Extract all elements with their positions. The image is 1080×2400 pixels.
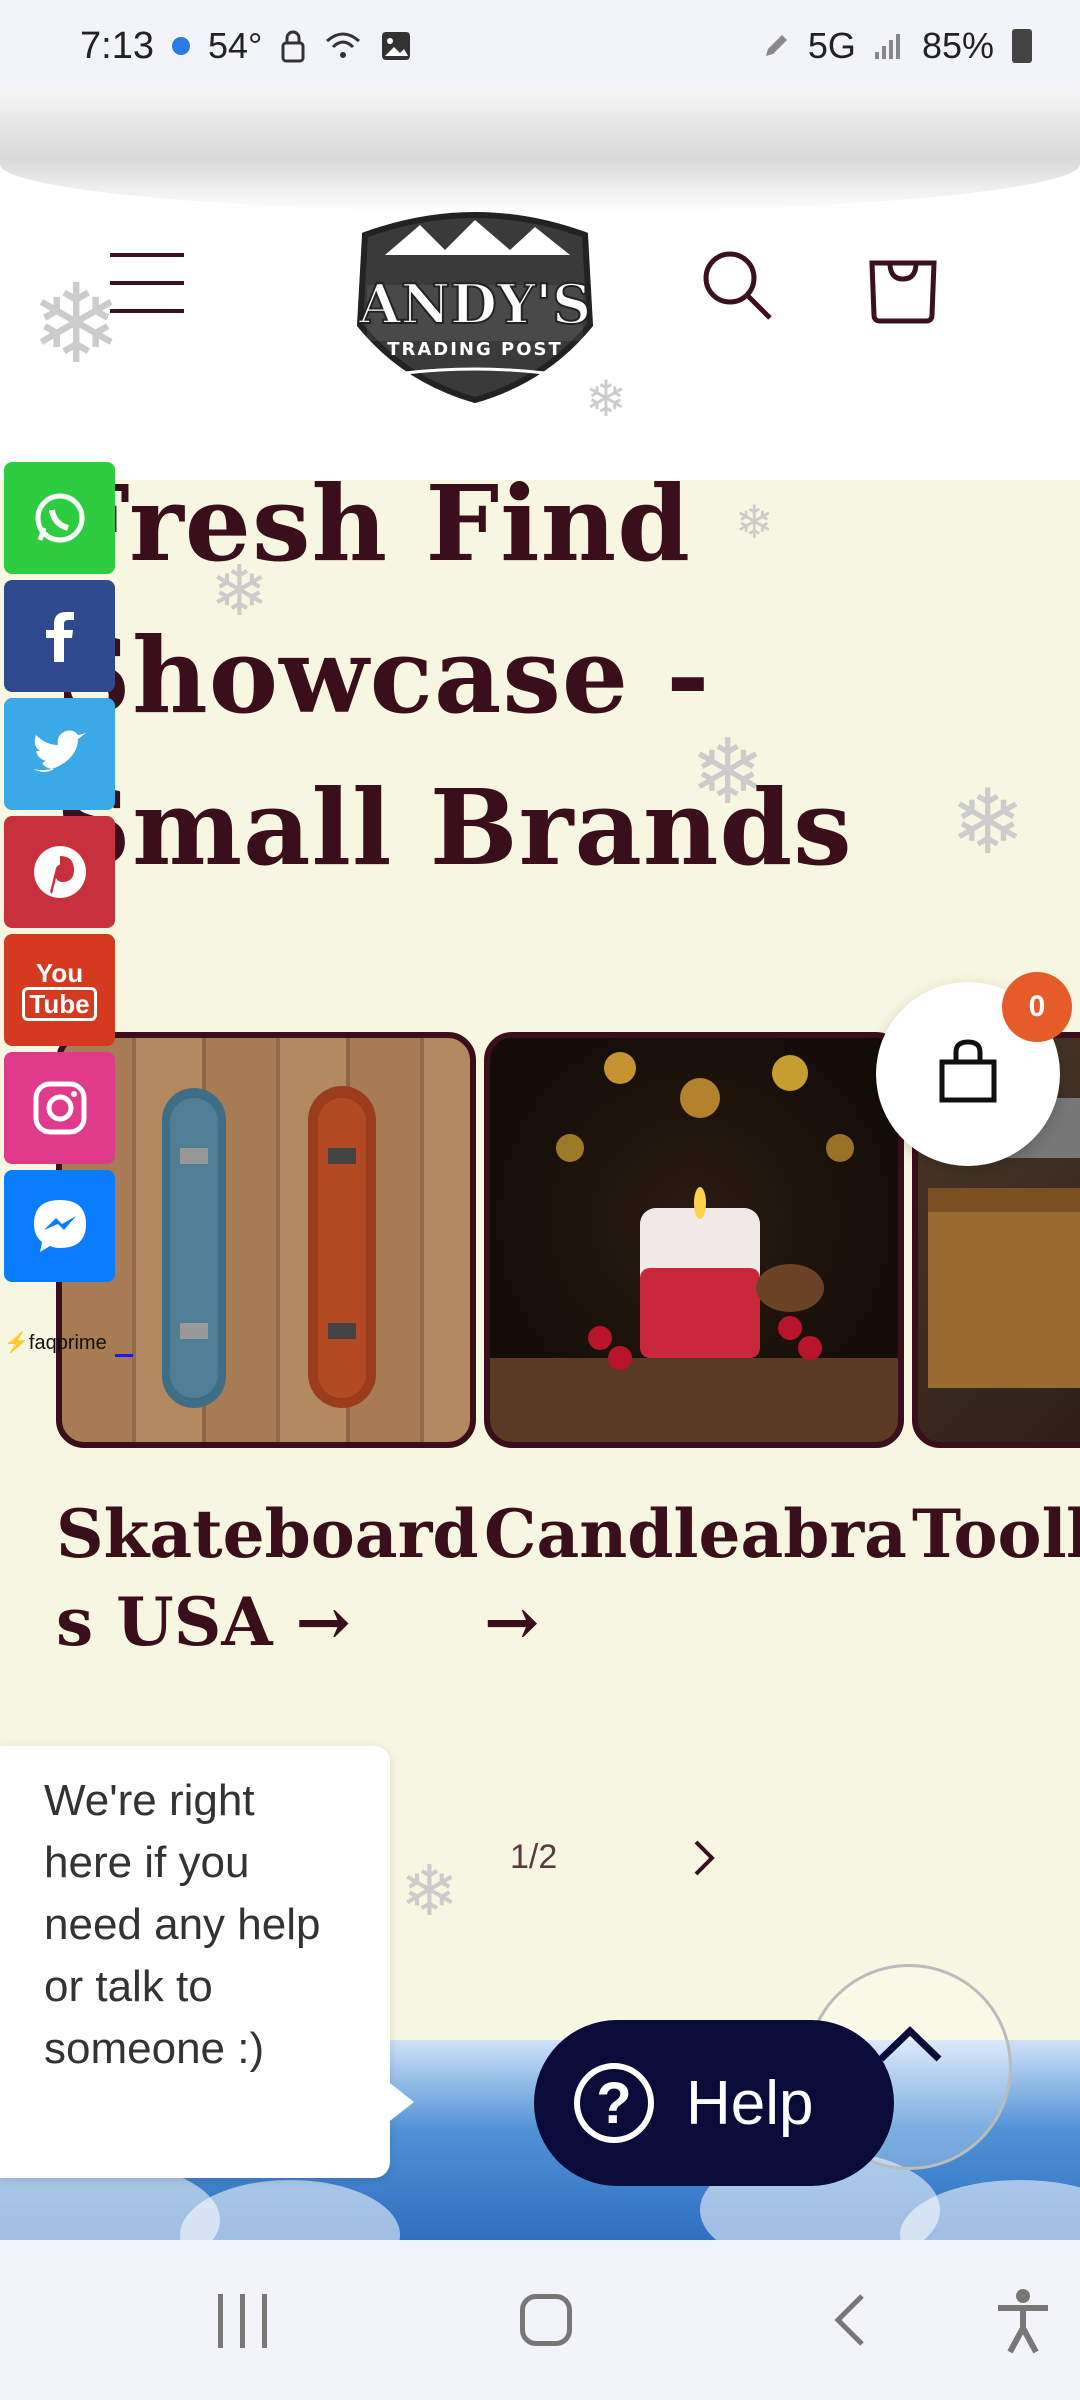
- app-notification-icon: [171, 37, 190, 55]
- hamburger-menu-icon[interactable]: [110, 253, 184, 313]
- slider-page-indicator: 1/2: [510, 1838, 558, 1876]
- candle-image: [490, 1052, 898, 1442]
- faqprime-label: faqprime: [28, 1332, 107, 1354]
- home-icon[interactable]: [520, 2294, 572, 2346]
- bag-icon[interactable]: [866, 245, 940, 325]
- collection-title-skateboards[interactable]: Skateboard s USA →: [56, 1490, 479, 1666]
- chevron-up-icon: [878, 2026, 942, 2062]
- question-icon: ?: [574, 2063, 654, 2143]
- title-line-1: Fresh Find: [56, 462, 692, 585]
- collection-title-line-1: Candleabra: [484, 1495, 907, 1573]
- faqprime-underline: [115, 1354, 133, 1357]
- image-notification-icon: [382, 32, 411, 60]
- collection-title-line-1: Skateboard: [56, 1495, 479, 1573]
- skateboard-image: [162, 1086, 376, 1408]
- logo-name: ANDY'S: [358, 272, 591, 336]
- title-line-2: Showcase -: [56, 614, 711, 737]
- chat-greeting-bubble[interactable]: We're right here if you need any help or…: [0, 1746, 390, 2178]
- shopping-bag-icon: [939, 1039, 997, 1103]
- page-title: Fresh Find Showcase - Small Brands: [56, 448, 956, 904]
- pinterest-icon[interactable]: [4, 816, 115, 928]
- instagram-icon[interactable]: [4, 1052, 115, 1164]
- signal-icon: [874, 34, 900, 59]
- battery-percent: 85%: [921, 25, 994, 66]
- collection-title-line-1: Toolb: [912, 1495, 1080, 1573]
- twitter-icon[interactable]: [4, 698, 115, 810]
- cart-count-badge: 0: [1002, 972, 1072, 1042]
- collection-title-line-2: →: [484, 1583, 540, 1661]
- collection-card-candleabra[interactable]: [484, 1032, 904, 1448]
- battery-icon: [1012, 29, 1032, 63]
- status-bar: 7:13 54° 5G 85%: [0, 0, 1080, 92]
- search-icon[interactable]: [700, 248, 774, 322]
- snowflake-icon: ❄: [950, 770, 1026, 875]
- facebook-icon[interactable]: [4, 580, 115, 692]
- wifi-icon: [326, 32, 361, 58]
- chat-bubble-tail: [386, 2080, 414, 2124]
- status-time: 7:13: [80, 24, 154, 67]
- help-button[interactable]: ? Help: [534, 2020, 894, 2186]
- lock-icon: [281, 30, 305, 63]
- title-line-3: Small Brands: [56, 766, 853, 889]
- snowflake-icon: ❄: [400, 1850, 459, 1932]
- messenger-icon[interactable]: [4, 1170, 115, 1282]
- pen-icon: [765, 35, 787, 56]
- store-logo[interactable]: ANDY'S TRADING POST: [345, 205, 605, 405]
- network-type: 5G: [807, 25, 856, 66]
- collection-title-line-2: s USA →: [56, 1583, 351, 1661]
- social-share-bar: You Tube: [4, 462, 115, 1288]
- chat-greeting-text: We're right here if you need any help or…: [44, 1776, 321, 2073]
- collection-title-toolbox[interactable]: Toolb: [912, 1490, 1080, 1578]
- collection-card-skateboards[interactable]: [56, 1032, 476, 1448]
- help-label: Help: [686, 2068, 814, 2138]
- collection-title-candleabra[interactable]: Candleabra →: [484, 1490, 907, 1666]
- logo-tagline: TRADING POST: [387, 339, 563, 360]
- weather-temperature: 54°: [207, 25, 263, 66]
- whatsapp-icon[interactable]: [4, 462, 115, 574]
- recent-apps-icon[interactable]: [218, 2294, 270, 2348]
- youtube-icon[interactable]: You Tube: [4, 934, 115, 1046]
- snow-decoration: [0, 92, 1080, 212]
- back-icon[interactable]: [830, 2290, 870, 2350]
- accessibility-icon[interactable]: [992, 2286, 1054, 2356]
- chevron-right-icon[interactable]: [684, 1830, 724, 1886]
- logo-badge-icon: ANDY'S TRADING POST: [357, 212, 594, 404]
- faqprime-badge[interactable]: ⚡faqprime: [4, 1330, 107, 1355]
